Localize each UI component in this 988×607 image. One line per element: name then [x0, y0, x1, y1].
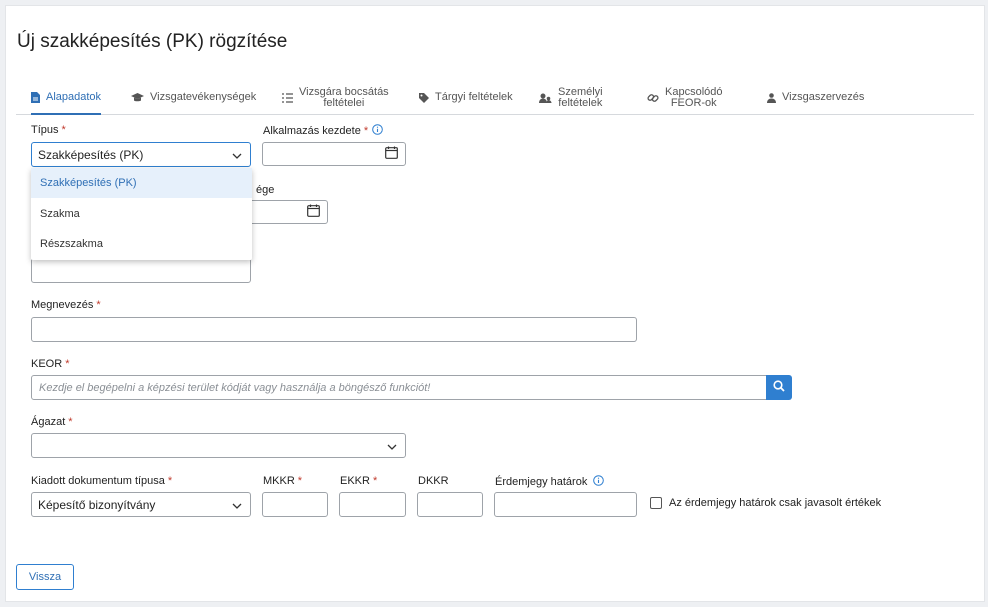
tab-label-line2: feltételek	[558, 96, 603, 109]
search-icon	[773, 379, 785, 397]
dropdown-option[interactable]: Részszakma	[31, 229, 252, 259]
keor-search-input[interactable]: Kezdje el begépelni a képzési terület kó…	[31, 375, 768, 400]
dropdown-option[interactable]: Szakma	[31, 199, 252, 229]
tipus-select-value: Szakképesítés (PK)	[38, 147, 144, 162]
alkalmazas-kezdete-label-text: Alkalmazás kezdete	[263, 124, 361, 137]
chevron-down-icon	[232, 148, 242, 162]
tab-targyi-feltetelek[interactable]: Tárgyi feltételek	[419, 81, 513, 114]
required-marker: *	[372, 475, 378, 487]
tab-label: Kapcsolódó FEOR-ok	[665, 86, 723, 109]
keor-label: KEOR *	[31, 358, 69, 370]
keor-search-button[interactable]	[766, 375, 792, 400]
tipus-dropdown-menu: Szakképesítés (PK) Szakma Részszakma	[31, 168, 252, 260]
required-marker: *	[167, 475, 173, 487]
tab-label-line2: feltételei	[323, 96, 365, 109]
dkkr-input[interactable]	[417, 492, 483, 517]
keor-label-text: KEOR	[31, 358, 63, 370]
tab-label: Személyi feltételek	[558, 86, 603, 109]
mkkr-input[interactable]	[262, 492, 328, 517]
tab-label-line2: FEOR-ok	[670, 96, 717, 109]
megnevezes-label: Megnevezés *	[31, 299, 101, 311]
calendar-icon[interactable]	[385, 146, 398, 162]
required-marker: *	[68, 416, 73, 428]
tag-icon	[419, 92, 429, 103]
kiadott-dok-value: Képesítő bizonyítvány	[38, 497, 156, 512]
kiadott-dok-select[interactable]: Képesítő bizonyítvány	[31, 492, 251, 517]
chevron-down-icon	[387, 439, 397, 453]
ekkr-input[interactable]	[339, 492, 406, 517]
tab-label: Tárgyi feltételek	[435, 91, 513, 103]
required-marker: *	[61, 124, 66, 136]
info-icon[interactable]	[372, 124, 383, 138]
partial-label: ége	[256, 184, 275, 196]
mkkr-label: MKKR *	[263, 475, 302, 487]
required-marker: *	[363, 124, 369, 137]
javasolt-ertekek-checkbox[interactable]	[650, 497, 662, 509]
users-icon	[539, 93, 552, 103]
tab-label: Vizsgatevékenységek	[150, 91, 257, 103]
agazat-label-text: Ágazat	[31, 416, 66, 428]
erdemjegy-label: Érdemjegy határok	[495, 475, 605, 489]
checkbox-label: Az érdemjegy határok csak javasolt érték…	[669, 497, 882, 509]
list-ordered-icon	[282, 92, 293, 103]
file-icon	[31, 92, 40, 103]
tab-label: Vizsgaszervezés	[782, 91, 865, 103]
erdemjegy-input[interactable]	[494, 492, 637, 517]
agazat-select[interactable]	[31, 433, 406, 458]
person-icon	[767, 92, 776, 103]
tab-vizsgatevekenysegek[interactable]: Vizsgatevékenységek	[131, 81, 256, 114]
chevron-down-icon	[232, 498, 242, 512]
dkkr-label: DKKR	[418, 475, 449, 487]
tipus-label: Típus *	[31, 124, 66, 136]
tab-bar: Alapadatok Vizsgatevékenységek Vizsgára …	[16, 81, 974, 115]
required-marker: *	[65, 358, 70, 370]
tab-vizsgaszervezes[interactable]: Vizsgaszervezés	[767, 81, 864, 114]
tipus-select[interactable]: Szakképesítés (PK)	[31, 142, 251, 167]
tab-szemelyi-feltetelek[interactable]: Személyi feltételek	[539, 81, 603, 114]
calendar-icon[interactable]	[307, 204, 320, 220]
tipus-label-text: Típus	[31, 124, 59, 136]
megnevezes-input[interactable]	[31, 317, 637, 342]
second-date-input[interactable]	[246, 200, 328, 224]
required-marker: *	[96, 299, 101, 311]
back-button[interactable]: Vissza	[16, 564, 74, 590]
agazat-label: Ágazat *	[31, 416, 73, 428]
tab-label: Alapadatok	[46, 91, 102, 103]
alkalmazas-kezdete-label: Alkalmazás kezdete *	[263, 124, 383, 138]
info-icon[interactable]	[593, 475, 605, 489]
dropdown-option[interactable]: Szakképesítés (PK)	[31, 168, 252, 198]
hidden-field-input[interactable]	[31, 258, 251, 283]
graduation-cap-icon	[131, 92, 144, 103]
kiadott-dok-label-text: Kiadott dokumentum típusa	[31, 475, 165, 487]
tab-label: Vizsgára bocsátás feltételei	[299, 86, 389, 109]
keor-placeholder: Kezdje el begépelni a képzési terület kó…	[39, 381, 431, 394]
erdemjegy-label-text: Érdemjegy határok	[495, 475, 588, 488]
alkalmazas-kezdete-input[interactable]	[262, 142, 406, 166]
page-title: Új szakképesítés (PK) rögzítése	[17, 31, 288, 52]
link-icon	[647, 92, 659, 104]
tab-alapadatok[interactable]: Alapadatok	[31, 81, 102, 115]
kiadott-dok-label: Kiadott dokumentum típusa *	[31, 475, 172, 487]
mkkr-label-text: MKKR	[263, 475, 295, 487]
ekkr-label-text: EKKR	[340, 475, 370, 487]
required-marker: *	[297, 475, 303, 487]
tab-vizsgara-bocsatas[interactable]: Vizsgára bocsátás feltételei	[282, 81, 389, 114]
megnevezes-label-text: Megnevezés	[31, 299, 94, 311]
tab-kapcsolodo-feor[interactable]: Kapcsolódó FEOR-ok	[647, 81, 723, 114]
ekkr-label: EKKR *	[340, 475, 377, 487]
